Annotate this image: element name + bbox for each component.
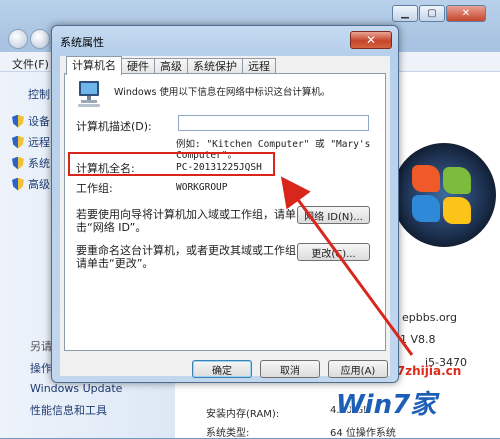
tab-computer-name[interactable]: 计算机名: [66, 56, 122, 75]
